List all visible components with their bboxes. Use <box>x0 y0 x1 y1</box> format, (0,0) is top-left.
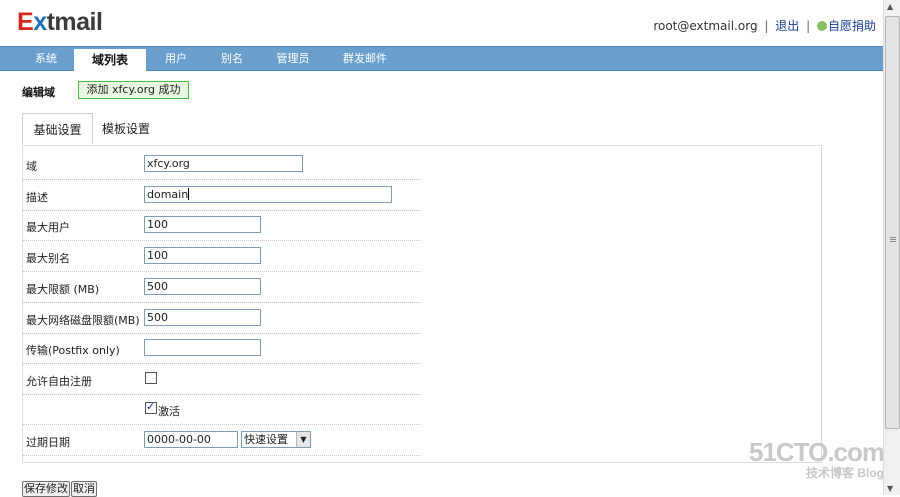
tab-template-settings[interactable]: 模板设置 <box>102 113 150 143</box>
user-email: root@extmail.org <box>653 19 758 33</box>
edit-domain-heading: 编辑域 <box>22 86 55 99</box>
form-row-netdisk: 最大网络磁盘限额(MB) 500 <box>23 303 421 334</box>
domain-form: 域 xfcy.org 描述 domain 最大用户 100 最大别名 100 最… <box>22 145 822 463</box>
success-message: 添加 xfcy.org 成功 <box>78 81 189 99</box>
form-row-max-alias: 最大别名 100 <box>23 241 421 272</box>
vertical-scrollbar[interactable]: ▲ ▼ <box>883 0 900 495</box>
quick-set-select[interactable]: 快速设置 ▼ <box>241 431 311 448</box>
domain-label: 域 <box>26 160 37 173</box>
form-row-expire: 过期日期 0000-00-00 快速设置 ▼ <box>23 425 421 456</box>
max-users-input[interactable]: 100 <box>144 216 261 233</box>
netdisk-quota-label: 最大网络磁盘限额(MB) <box>26 314 140 327</box>
tab-users[interactable]: 用户 <box>152 47 200 70</box>
activate-checkbox[interactable] <box>145 400 157 414</box>
domain-input[interactable]: xfcy.org <box>144 155 303 172</box>
tab-mass-mail[interactable]: 群发邮件 <box>334 47 396 70</box>
scroll-up-icon[interactable]: ▲ <box>887 2 893 11</box>
user-bar: root@extmail.org | 退出 | 自愿捐助 <box>653 19 876 33</box>
main-nav: 系统 域列表 用户 别名 管理员 群发邮件 <box>0 46 884 71</box>
quota-input[interactable]: 500 <box>144 278 261 295</box>
allow-signup-label: 允许自由注册 <box>26 375 92 388</box>
tab-basic-settings[interactable]: 基础设置 <box>22 113 93 144</box>
scroll-down-icon[interactable]: ▼ <box>887 484 893 493</box>
tab-system[interactable]: 系统 <box>22 47 70 70</box>
tab-admins[interactable]: 管理员 <box>264 47 322 70</box>
form-row-transport: 传输(Postfix only) <box>23 333 421 364</box>
max-alias-input[interactable]: 100 <box>144 247 261 264</box>
max-users-label: 最大用户 <box>26 221 70 234</box>
allow-signup-checkbox[interactable] <box>145 372 157 384</box>
watermark-logo: 51CTO.com 技术博客 Blog <box>748 437 885 480</box>
chevron-down-icon: ▼ <box>296 432 310 447</box>
tab-alias[interactable]: 别名 <box>208 47 256 70</box>
netdisk-quota-input[interactable]: 500 <box>144 309 261 326</box>
form-row-activate: 激活 <box>23 394 421 425</box>
form-row-description: 描述 domain <box>23 180 421 211</box>
expire-date-label: 过期日期 <box>26 436 70 449</box>
form-row-domain: 域 xfcy.org <box>23 149 421 180</box>
max-alias-label: 最大别名 <box>26 252 70 265</box>
form-row-max-users: 最大用户 100 <box>23 210 421 241</box>
tab-domain-list[interactable]: 域列表 <box>74 49 146 71</box>
donate-icon <box>816 21 827 31</box>
form-row-allow-signup: 允许自由注册 <box>23 364 421 395</box>
description-input[interactable]: domain <box>144 186 392 203</box>
description-label: 描述 <box>26 191 48 204</box>
logout-link[interactable]: 退出 <box>775 19 799 33</box>
transport-input[interactable] <box>144 339 261 356</box>
scrollbar-thumb[interactable] <box>885 16 900 429</box>
activate-label: 激活 <box>158 405 180 418</box>
extmail-logo: Extmail <box>17 8 103 36</box>
form-row-quota: 最大限额 (MB) 500 <box>23 272 421 303</box>
transport-label: 传输(Postfix only) <box>26 344 120 357</box>
quota-label: 最大限额 (MB) <box>26 283 100 296</box>
donate-link[interactable]: 自愿捐助 <box>828 19 876 33</box>
expire-date-input[interactable]: 0000-00-00 <box>144 431 238 448</box>
